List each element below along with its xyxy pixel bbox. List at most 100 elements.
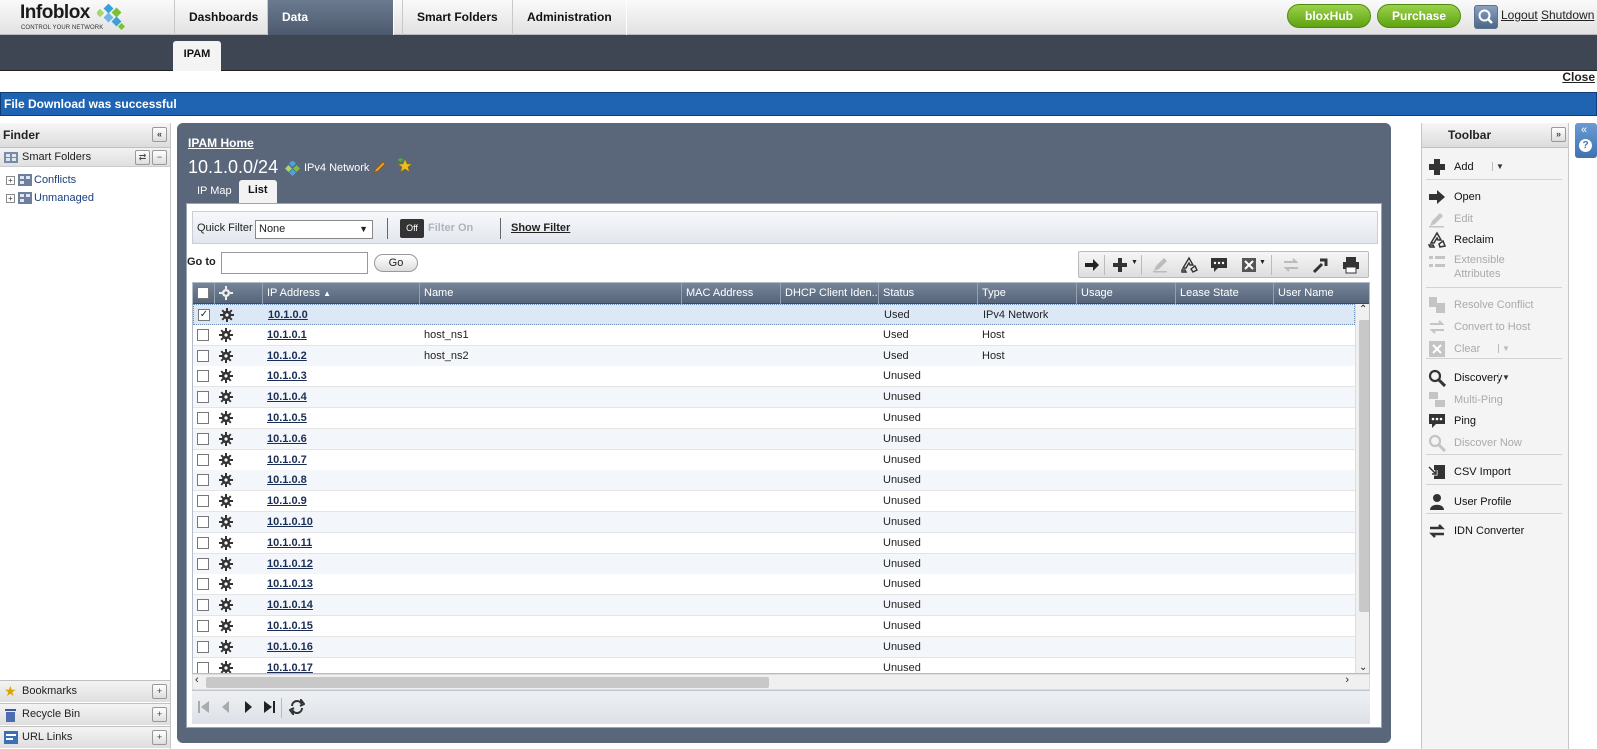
- gear-icon[interactable]: [219, 556, 233, 571]
- column-header-lease-state[interactable]: Lease State: [1176, 283, 1274, 304]
- table-row[interactable]: 10.1.0.4 Unused: [193, 387, 1355, 409]
- table-row[interactable]: 10.1.0.7 Unused: [193, 449, 1355, 471]
- gear-icon[interactable]: [219, 515, 233, 529]
- previous-page-icon[interactable]: [219, 700, 233, 714]
- filter-off-toggle[interactable]: Off: [400, 219, 424, 238]
- row-checkbox[interactable]: [197, 557, 209, 570]
- expand-url-links-button[interactable]: +: [152, 730, 167, 745]
- gear-icon[interactable]: [219, 286, 233, 300]
- row-checkbox[interactable]: [197, 453, 209, 466]
- horizontal-scrollbar[interactable]: ‹ ›: [192, 674, 1370, 690]
- ip-address-link[interactable]: 10.1.0.11: [267, 533, 312, 553]
- collapse-toolbar-button[interactable]: »: [1551, 127, 1566, 142]
- scroll-right-icon[interactable]: ›: [1345, 674, 1349, 686]
- ip-address-link[interactable]: 10.1.0.14: [267, 595, 313, 615]
- table-row[interactable]: 10.1.0.11 Unused: [193, 532, 1355, 554]
- last-page-icon[interactable]: [262, 700, 276, 714]
- ip-address-link[interactable]: 10.1.0.4: [267, 387, 307, 407]
- ip-address-link[interactable]: 10.1.0.9: [267, 491, 307, 511]
- table-row[interactable]: 10.1.0.16 Unused: [193, 636, 1355, 658]
- gear-icon[interactable]: [219, 598, 233, 613]
- horizontal-scroll-thumb[interactable]: [206, 677, 769, 688]
- table-row[interactable]: 10.1.0.14 Unused: [193, 595, 1355, 617]
- select-all-checkbox[interactable]: [197, 287, 209, 299]
- toolbar-item-reclaim[interactable]: Reclaim: [1454, 233, 1494, 247]
- ip-address-link[interactable]: 10.1.0.12: [267, 554, 313, 574]
- filter-on-label[interactable]: Filter On: [428, 222, 473, 234]
- row-checkbox[interactable]: ✓: [198, 309, 210, 321]
- row-checkbox[interactable]: [197, 578, 209, 591]
- gear-icon[interactable]: [219, 327, 233, 342]
- vertical-scroll-thumb[interactable]: [1359, 320, 1369, 612]
- table-row[interactable]: 10.1.0.3 Unused: [193, 366, 1355, 388]
- idn-icon[interactable]: [1428, 522, 1446, 540]
- expand-icon[interactable]: +: [6, 175, 15, 185]
- column-header-type[interactable]: Type: [978, 283, 1077, 304]
- row-checkbox[interactable]: [197, 412, 209, 424]
- row-checkbox[interactable]: [197, 661, 209, 673]
- next-page-icon[interactable]: [241, 700, 255, 714]
- tab-list[interactable]: List: [239, 180, 277, 204]
- purchase-button[interactable]: Purchase: [1377, 4, 1461, 28]
- ip-address-link[interactable]: 10.1.0.15: [267, 616, 313, 636]
- goto-input[interactable]: [221, 252, 368, 274]
- add-bookmark-star-icon[interactable]: [397, 158, 413, 174]
- collapse-finder-button[interactable]: «: [152, 127, 167, 142]
- ping-icon[interactable]: [1210, 256, 1228, 274]
- gear-icon[interactable]: [219, 577, 233, 592]
- export-icon[interactable]: [1312, 256, 1330, 274]
- scroll-down-icon[interactable]: ⌄: [1359, 662, 1367, 673]
- gear-icon[interactable]: [219, 348, 233, 363]
- ip-address-link[interactable]: 10.1.0.8: [267, 470, 307, 490]
- scroll-up-icon[interactable]: ⌃: [1359, 304, 1367, 315]
- delete-dropdown-icon[interactable]: ▼: [1259, 259, 1266, 266]
- first-page-icon[interactable]: [197, 700, 211, 714]
- row-checkbox[interactable]: [197, 640, 209, 653]
- table-row[interactable]: 10.1.0.13 Unused: [193, 574, 1355, 596]
- table-row[interactable]: 10.1.0.5 Unused: [193, 408, 1355, 429]
- gear-icon[interactable]: [219, 452, 233, 467]
- search-button[interactable]: [1474, 5, 1498, 29]
- breadcrumb-ipam-home[interactable]: IPAM Home: [188, 136, 254, 150]
- open-arrow-icon[interactable]: [1083, 256, 1101, 274]
- column-header-name[interactable]: Name: [420, 283, 682, 304]
- gear-icon[interactable]: [219, 639, 233, 654]
- ip-address-link[interactable]: 10.1.0.5: [267, 408, 307, 428]
- gear-icon[interactable]: [219, 535, 233, 550]
- quick-filter-select[interactable]: None ▼: [255, 220, 373, 239]
- table-row[interactable]: 10.1.0.17 Unused: [193, 657, 1355, 673]
- gear-icon[interactable]: [219, 473, 233, 488]
- table-row[interactable]: 10.1.0.1 host_ns1 Used Host: [193, 324, 1355, 346]
- convert-icon[interactable]: [1282, 256, 1300, 274]
- print-icon[interactable]: [1342, 256, 1360, 274]
- close-notification-link[interactable]: Close: [1562, 70, 1595, 84]
- ip-address-link[interactable]: 10.1.0.17: [267, 658, 313, 673]
- bloxhub-button[interactable]: bloxHub: [1287, 4, 1371, 28]
- collapse-smart-folders-button[interactable]: −: [152, 150, 167, 165]
- ip-address-link[interactable]: 10.1.0.2: [267, 346, 307, 366]
- row-checkbox[interactable]: [197, 328, 209, 341]
- bookmarks-panel[interactable]: ★ Bookmarks +: [0, 680, 170, 702]
- infoblox-logo[interactable]: Infoblox CONTROL YOUR NETWORK: [20, 2, 160, 34]
- expand-recycle-bin-button[interactable]: +: [152, 707, 167, 722]
- recycle-bin-panel[interactable]: Recycle Bin +: [0, 703, 170, 725]
- table-row[interactable]: 10.1.0.9 Unused: [193, 491, 1355, 513]
- gear-icon[interactable]: [219, 431, 233, 446]
- table-row[interactable]: 10.1.0.12 Unused: [193, 553, 1355, 575]
- refresh-icon[interactable]: [289, 699, 305, 715]
- ip-address-link[interactable]: 10.1.0.7: [267, 450, 307, 470]
- vertical-scrollbar[interactable]: ⌃ ⌄: [1355, 304, 1369, 673]
- shutdown-link[interactable]: Shutdown: [1541, 8, 1594, 22]
- gear-icon[interactable]: [219, 369, 233, 384]
- table-row[interactable]: 10.1.0.6 Unused: [193, 428, 1355, 450]
- recycle-icon[interactable]: [1428, 231, 1446, 249]
- row-checkbox[interactable]: [197, 474, 209, 487]
- smart-folders-row[interactable]: Smart Folders ⇄ −: [0, 148, 170, 167]
- arrow-right-icon[interactable]: [1428, 188, 1446, 206]
- subnav-tab-ipam[interactable]: IPAM: [173, 41, 221, 71]
- tree-item-unmanaged[interactable]: + Unmanaged: [6, 190, 94, 206]
- table-row[interactable]: 10.1.0.2 host_ns2 Used Host: [193, 345, 1355, 367]
- discovery-icon[interactable]: [1428, 369, 1446, 387]
- discovery-dropdown-icon[interactable]: ▼: [1498, 373, 1510, 382]
- ip-address-link[interactable]: 10.1.0.0: [268, 305, 308, 325]
